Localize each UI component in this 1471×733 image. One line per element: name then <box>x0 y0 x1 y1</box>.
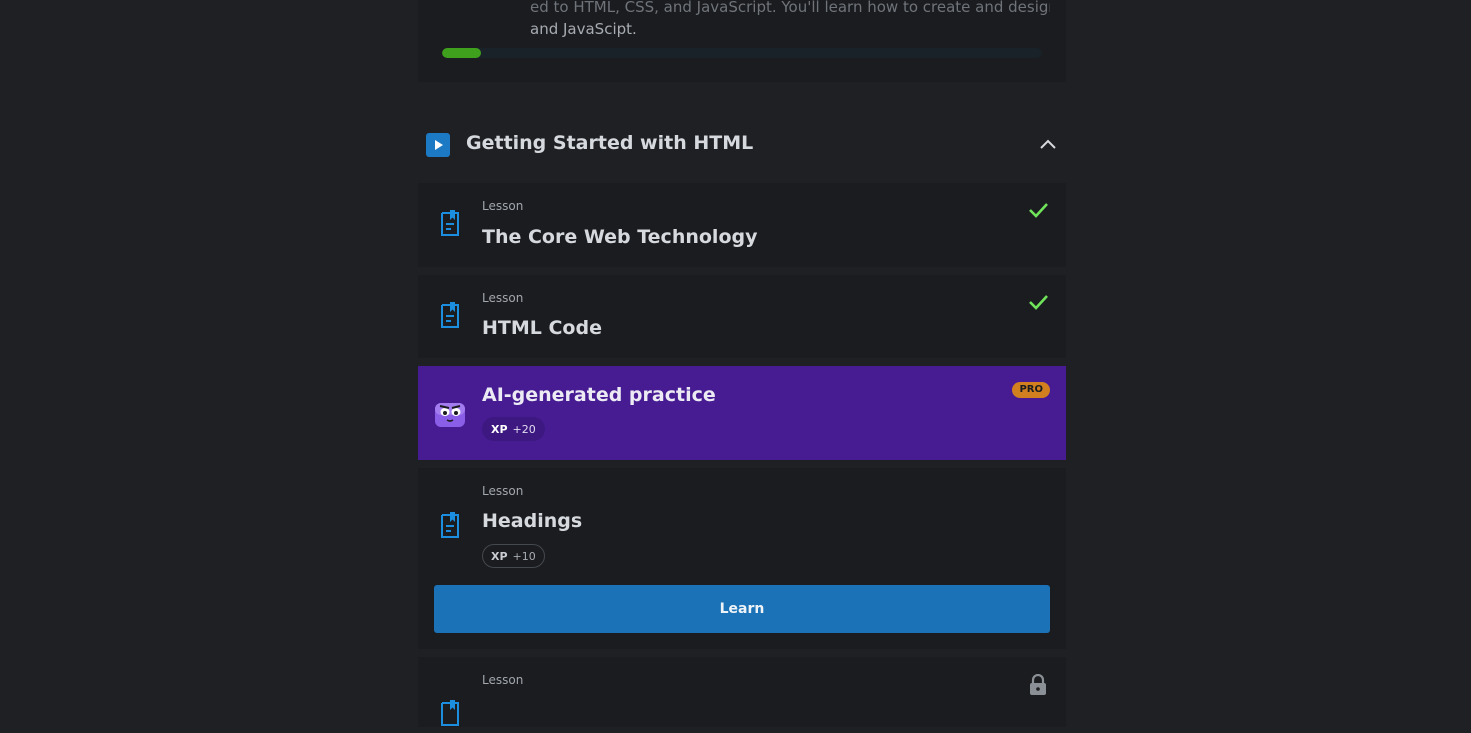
xp-value: +20 <box>512 422 536 436</box>
bot-mascot-icon <box>433 399 467 429</box>
check-icon <box>1026 290 1050 314</box>
lesson-kicker: Lesson <box>482 199 524 213</box>
pro-badge: PRO <box>1012 382 1050 398</box>
lesson-document-icon <box>438 699 462 729</box>
lesson-kicker: Lesson <box>482 484 524 498</box>
xp-label: XP <box>491 549 508 563</box>
course-progress-fill <box>442 48 481 58</box>
lesson-title: HTML Code <box>482 317 602 339</box>
xp-label: XP <box>491 422 508 436</box>
course-summary-card: ed to HTML, CSS, and JavaScript. You'll … <box>418 0 1066 82</box>
lesson-document-icon <box>438 511 462 541</box>
course-description-line-2: and JavaScipt. <box>530 20 637 38</box>
lesson-card[interactable]: Lesson The Core Web Technology <box>418 183 1066 267</box>
chevron-up-icon[interactable] <box>1038 135 1058 155</box>
play-icon <box>426 133 450 157</box>
lesson-card-current[interactable]: Lesson Headings XP +10 Learn <box>418 468 1066 649</box>
lesson-card[interactable]: Lesson HTML Code <box>418 275 1066 358</box>
xp-badge: XP +10 <box>482 544 545 568</box>
ai-practice-title: AI-generated practice <box>482 384 716 406</box>
lesson-card-locked[interactable]: Lesson <box>418 657 1066 727</box>
lesson-kicker: Lesson <box>482 291 524 305</box>
course-progress-bar <box>442 48 1042 58</box>
check-icon <box>1026 198 1050 222</box>
lesson-document-icon <box>438 301 462 331</box>
section-header[interactable]: Getting Started with HTML <box>418 126 1066 164</box>
ai-practice-card[interactable]: AI-generated practice PRO XP +20 <box>418 366 1066 460</box>
xp-value: +10 <box>512 549 536 563</box>
lock-icon <box>1028 673 1048 696</box>
lesson-document-icon <box>438 209 462 239</box>
lesson-title: The Core Web Technology <box>482 226 758 248</box>
learn-button[interactable]: Learn <box>434 585 1050 633</box>
xp-badge: XP +20 <box>482 417 545 441</box>
course-description-line-1: ed to HTML, CSS, and JavaScript. You'll … <box>530 0 1050 16</box>
course-description: ed to HTML, CSS, and JavaScript. You'll … <box>530 0 1050 40</box>
lesson-title: Headings <box>482 510 583 532</box>
lesson-kicker: Lesson <box>482 673 524 687</box>
section-title: Getting Started with HTML <box>466 132 754 154</box>
